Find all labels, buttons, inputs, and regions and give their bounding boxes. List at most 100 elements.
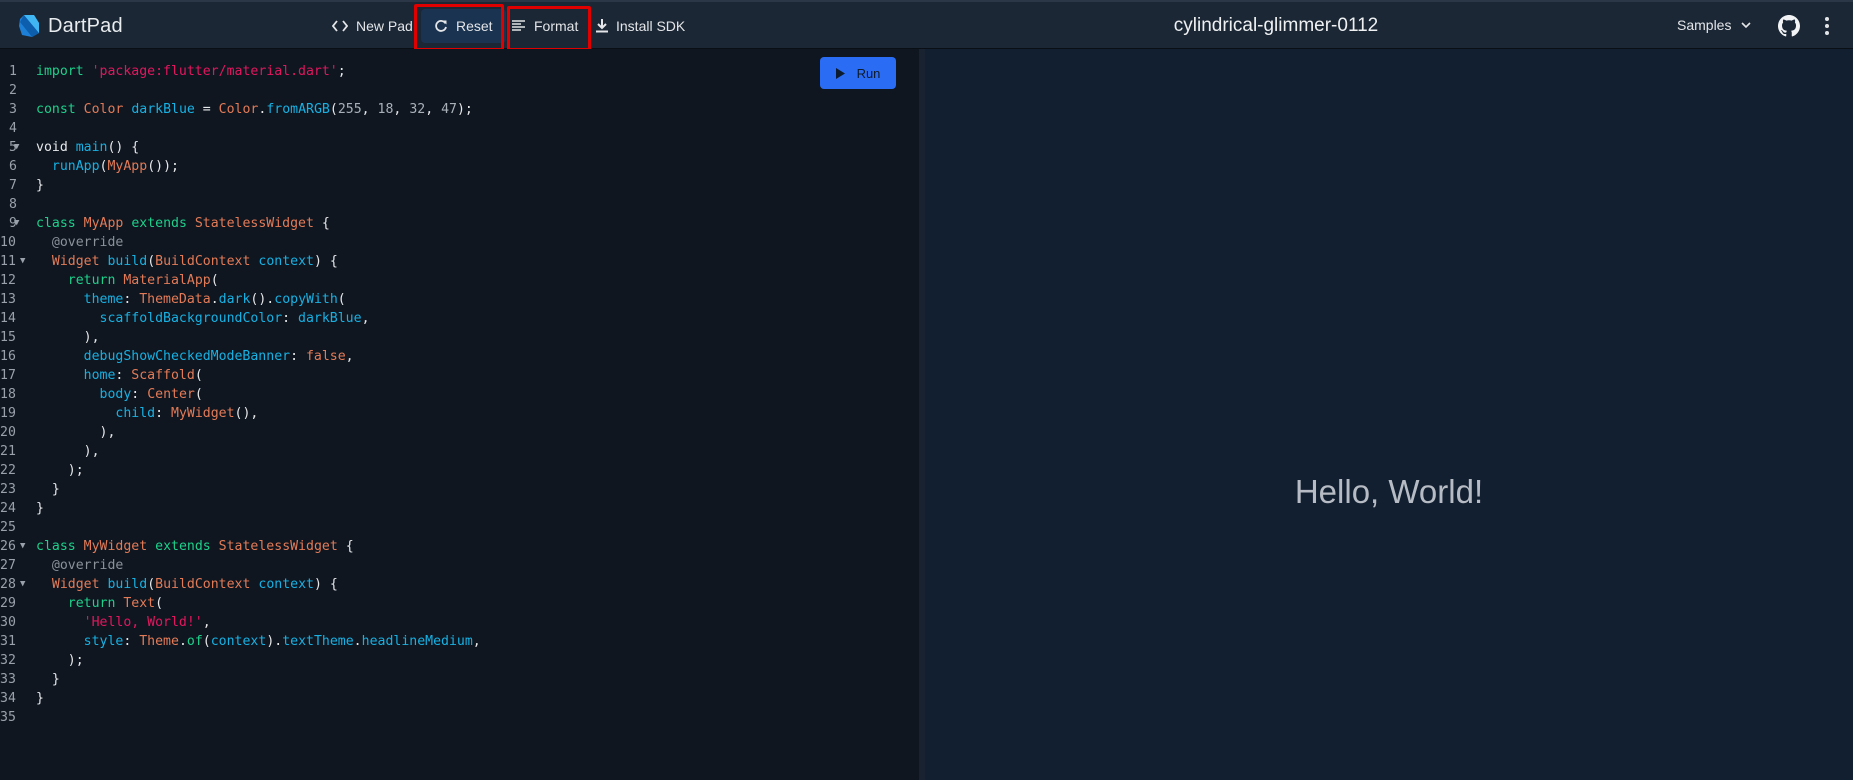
fold-arrow-icon[interactable]: ▼ [14, 214, 19, 233]
line-text: theme: ThemeData.dark().copyWith( [22, 290, 346, 309]
code-editor[interactable]: 1 import 'package:flutter/material.dart';… [0, 49, 919, 780]
code-token: : [131, 387, 148, 402]
line-number: 33 [0, 672, 16, 687]
code-line[interactable]: 17 home: Scaffold( [0, 366, 481, 385]
code-line[interactable]: 33 } [0, 670, 481, 689]
code-token: { [337, 539, 354, 554]
code-line[interactable]: 28 ▼ Widget build(BuildContext context) { [0, 575, 481, 594]
code-token: ); [36, 463, 84, 478]
line-text: } [22, 499, 44, 518]
code-line[interactable]: 25 [0, 518, 481, 537]
line-number: 17 [0, 368, 16, 383]
code-token: ) { [313, 577, 338, 592]
code-token: MyWidget [171, 406, 235, 421]
code-token: . [210, 292, 219, 307]
line-text: return MaterialApp( [22, 271, 219, 290]
code-line[interactable]: 15 ), [0, 328, 481, 347]
code-token: Widget [51, 577, 100, 592]
code-line[interactable]: 13 theme: ThemeData.dark().copyWith( [0, 290, 481, 309]
code-line[interactable]: 10 @override [0, 233, 481, 252]
code-token: ). [266, 634, 283, 649]
code-token: darkBlue [298, 311, 362, 326]
code-line[interactable]: 3 const Color darkBlue = Color.fromARGB(2… [0, 100, 481, 119]
reset-button[interactable]: Reset [421, 9, 506, 43]
fold-arrow-icon[interactable]: ▼ [20, 537, 25, 556]
code-token: : [290, 349, 306, 364]
code-line[interactable]: 22 ); [0, 461, 481, 480]
code-line[interactable]: 5 ▼ void main() { [0, 138, 481, 157]
code-line[interactable]: 26 ▼ class MyWidget extends StatelessWidge… [0, 537, 481, 556]
code-line[interactable]: 19 child: MyWidget(), [0, 404, 481, 423]
more-vert-icon[interactable] [1824, 15, 1830, 37]
github-icon[interactable] [1778, 15, 1800, 37]
line-number: 7 [9, 178, 17, 193]
code-line[interactable]: 12 return MaterialApp( [0, 271, 481, 290]
line-text: ); [22, 651, 84, 670]
code-token: build [107, 254, 148, 269]
code-line[interactable]: 29 return Text( [0, 594, 481, 613]
line-text: class MyWidget extends StatelessWidget { [22, 537, 354, 556]
line-number: 10 [0, 235, 16, 250]
code-token: 255 [337, 102, 362, 117]
code-token: . [353, 634, 362, 649]
new-pad-button[interactable]: New Pad [322, 9, 423, 43]
code-token: fromARGB [266, 102, 330, 117]
code-token: MyWidget [83, 539, 148, 554]
code-line[interactable]: 4 [0, 119, 481, 138]
code-line[interactable]: 30 'Hello, World!', [0, 613, 481, 632]
dartpad-logo: DartPad [18, 14, 123, 38]
preview-output-text: Hello, World! [1294, 473, 1484, 510]
code-line[interactable]: 34} [0, 689, 481, 708]
fold-arrow-icon[interactable]: ▼ [14, 138, 19, 157]
line-number: 1 [9, 64, 17, 79]
code-line[interactable]: 23 } [0, 480, 481, 499]
code-line[interactable]: 32 ); [0, 651, 481, 670]
code-token: , [425, 102, 442, 117]
line-number: 11 ▼ [0, 252, 26, 271]
chevron-down-icon [1741, 22, 1752, 28]
line-text: body: Center( [22, 385, 203, 404]
samples-dropdown[interactable]: Samples [1677, 17, 1752, 33]
line-text: void main() { [22, 138, 139, 157]
code-lines[interactable]: 1 import 'package:flutter/material.dart';… [0, 62, 481, 727]
code-line[interactable]: 16 debugShowCheckedModeBanner: false, [0, 347, 481, 366]
code-line[interactable]: 6 runApp(MyApp()); [0, 157, 481, 176]
code-line[interactable]: 27 @override [0, 556, 481, 575]
pad-title[interactable]: cylindrical-glimmer-0112 [1000, 15, 1552, 37]
code-line[interactable]: 1 import 'package:flutter/material.dart'; [0, 62, 481, 81]
code-line[interactable]: 2 [0, 81, 481, 100]
output-preview: Hello, World! [925, 49, 1853, 780]
line-number: 28 ▼ [0, 575, 26, 594]
code-line[interactable]: 35 [0, 708, 481, 727]
line-text: } [22, 689, 44, 708]
line-text: @override [22, 556, 123, 575]
code-line[interactable]: 9 ▼ class MyApp extends StatelessWidget { [0, 214, 481, 233]
code-token: @override [51, 558, 124, 573]
code-line[interactable]: 11 ▼ Widget build(BuildContext context) { [0, 252, 481, 271]
run-button[interactable]: Run [820, 57, 896, 89]
samples-label: Samples [1677, 17, 1732, 33]
code-token: of [186, 634, 203, 649]
line-text: @override [22, 233, 123, 252]
code-token: BuildContext [155, 254, 251, 269]
line-number: 23 [0, 482, 16, 497]
fold-arrow-icon[interactable]: ▼ [20, 575, 25, 594]
code-line[interactable]: 24} [0, 499, 481, 518]
code-line[interactable]: 21 ), [0, 442, 481, 461]
code-line[interactable]: 20 ), [0, 423, 481, 442]
fold-arrow-icon[interactable]: ▼ [20, 252, 25, 271]
code-token: StatelessWidget [194, 216, 314, 231]
line-number: 24 [0, 501, 16, 516]
code-token: @override [51, 235, 124, 250]
code-line[interactable]: 18 body: Center( [0, 385, 481, 404]
code-token: . [178, 634, 187, 649]
line-text: Widget build(BuildContext context) { [22, 252, 338, 271]
format-button[interactable]: Format [500, 9, 590, 43]
install-sdk-button[interactable]: Install SDK [586, 9, 695, 43]
code-line[interactable]: 14 scaffoldBackgroundColor: darkBlue, [0, 309, 481, 328]
code-line[interactable]: 31 style: Theme.of(context).textTheme.he… [0, 632, 481, 651]
code-line[interactable]: 8 [0, 195, 481, 214]
code-line[interactable]: 7} [0, 176, 481, 195]
